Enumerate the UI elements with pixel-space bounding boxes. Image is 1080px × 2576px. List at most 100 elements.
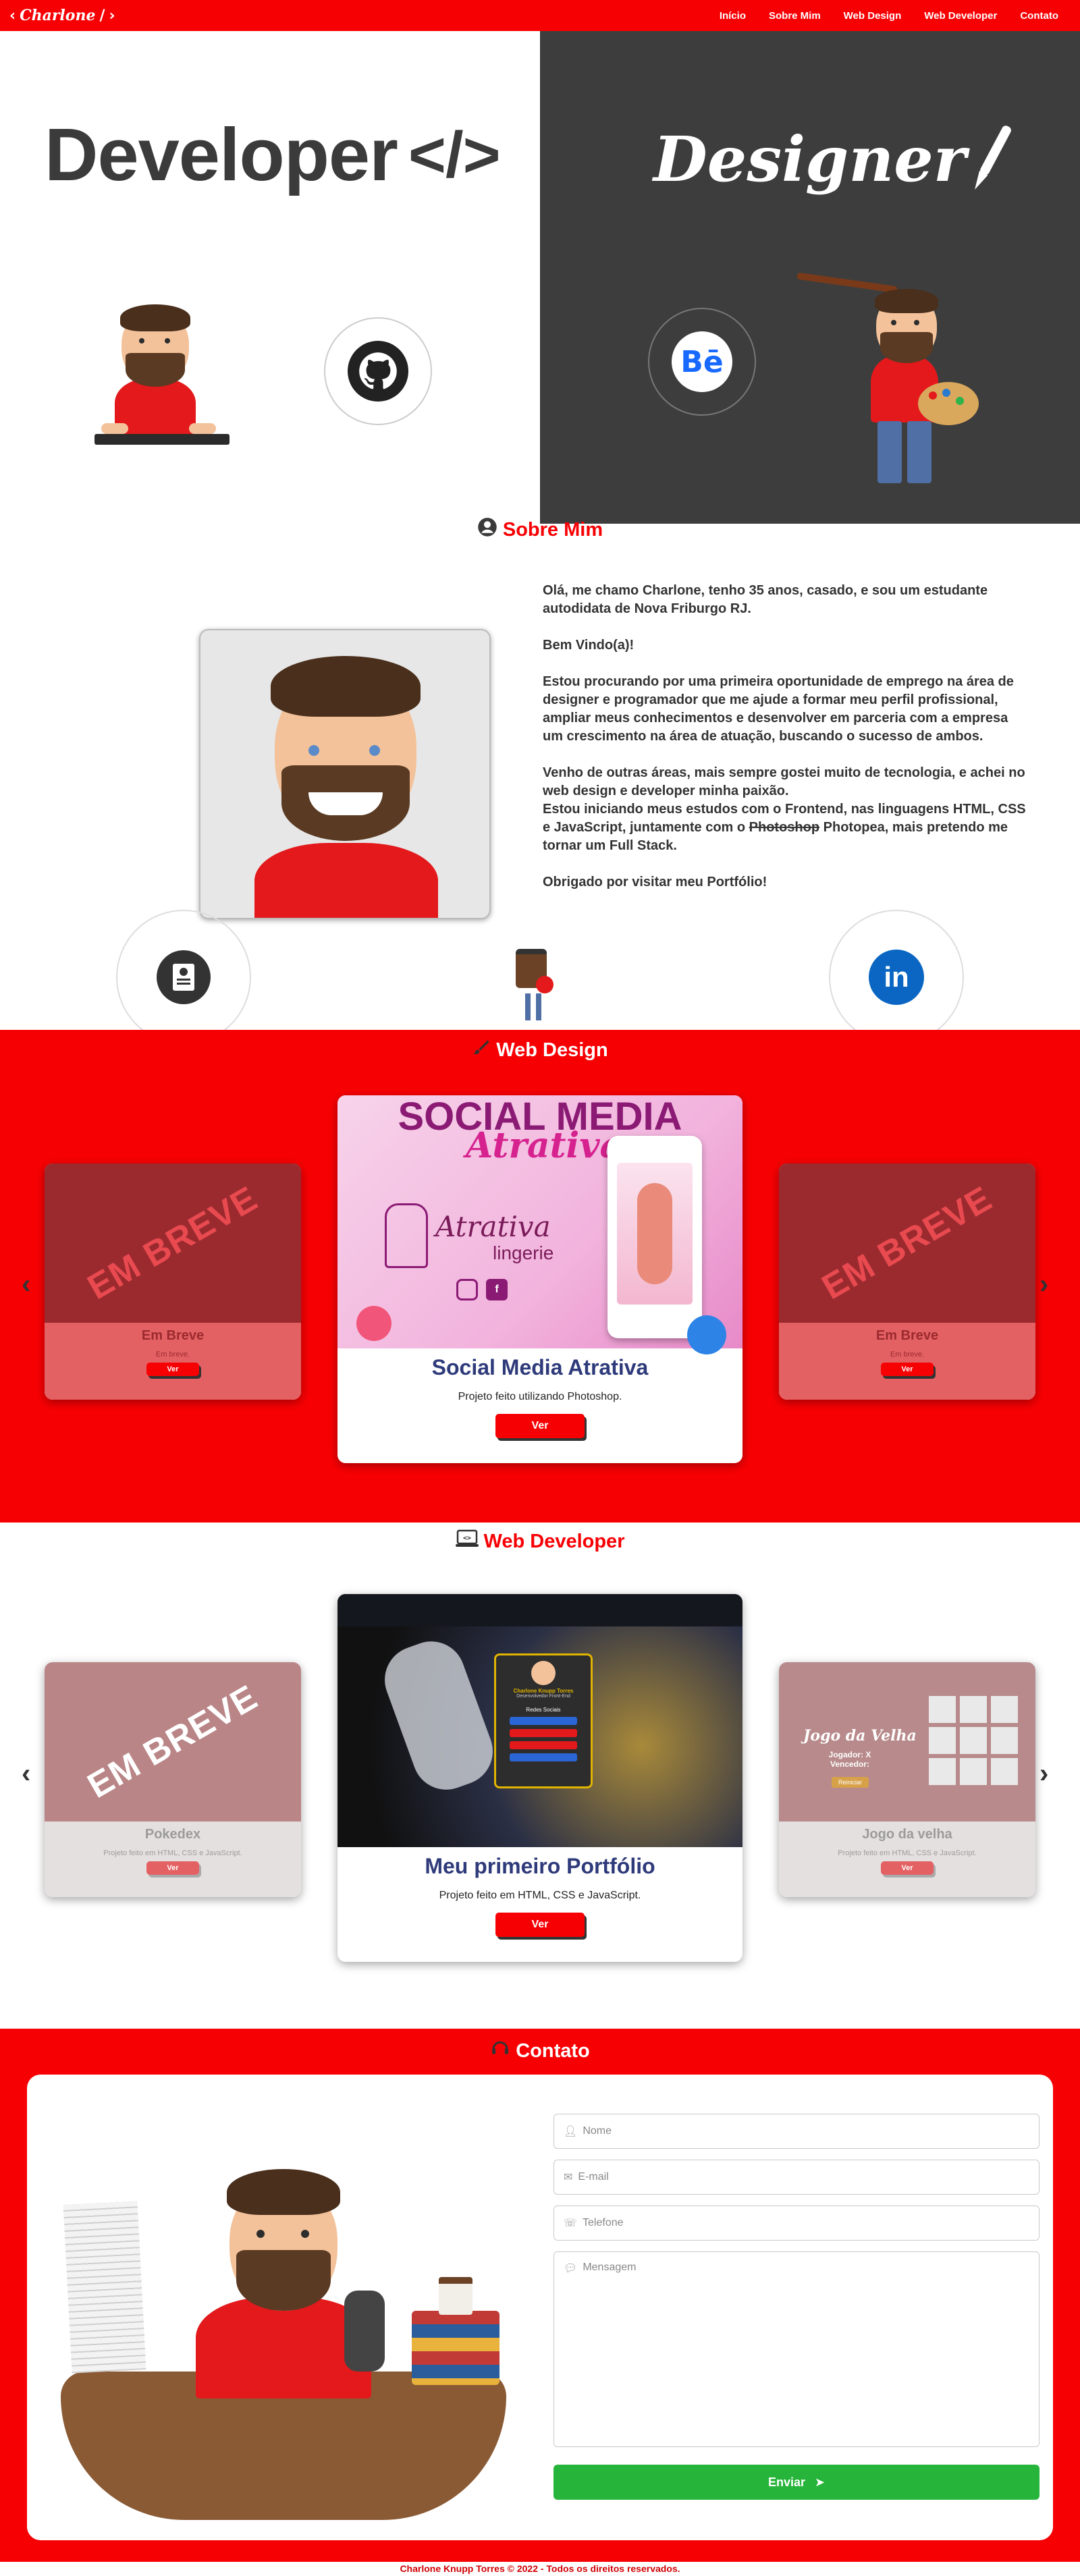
- brush-icon: [472, 1038, 491, 1062]
- card-view-button[interactable]: Ver: [146, 1363, 199, 1376]
- headset-icon: [490, 2038, 510, 2064]
- envelope-icon: ✉: [564, 2172, 573, 2183]
- email-placeholder: E-mail: [578, 2171, 609, 2183]
- phone-icon: ☏: [564, 2218, 578, 2229]
- linkedin-link-ring[interactable]: in: [829, 910, 964, 1045]
- card-image: EM BREVE: [779, 1163, 1035, 1323]
- project-card-placeholder: EM BREVE Em Breve Em breve. Ver: [45, 1163, 301, 1400]
- em-breve-stamp: EM BREVE: [81, 1178, 265, 1308]
- contact-card: 👤︎ Nome ✉ E-mail ☏ Telefone 💬︎ Mensagem …: [27, 2075, 1053, 2540]
- designer-heading: Designer: [653, 122, 1001, 196]
- about-paragraph-background: Venho de outras áreas, mais sempre goste…: [543, 764, 1027, 855]
- instagram-icon: [456, 1279, 478, 1300]
- about-text: Olá, me chamo Charlone, tenho 35 anos, c…: [543, 582, 1027, 910]
- tic-tac-toe-grid: [929, 1696, 1018, 1785]
- nav-link-inicio[interactable]: Início: [720, 10, 746, 22]
- heart-icon: [356, 1306, 392, 1341]
- web-developer-title: Web Developer: [483, 1530, 625, 1552]
- portfolio-mockup-card: Charlone Knupp Torres Desenvolvedor Fron…: [494, 1653, 593, 1788]
- mock-section: Redes Sociais: [526, 1707, 561, 1713]
- top-navbar: ‹ Charlone / › Início Sobre Mim Web Desi…: [0, 0, 1080, 31]
- code-icon: </>: [408, 118, 501, 191]
- about-section: Sobre Mim Olá, me chamo Charlone, tenho …: [0, 517, 1080, 1045]
- designer-avatar: [796, 267, 979, 490]
- busy-desk-illustration: [61, 2135, 506, 2520]
- mock-name: Charlone Knupp Torres: [513, 1688, 574, 1694]
- resume-link-ring[interactable]: [116, 910, 251, 1045]
- contact-title: Contato: [516, 2039, 590, 2062]
- nav-link-web-design[interactable]: Web Design: [844, 10, 902, 22]
- developer-heading: Developer </>: [45, 112, 501, 198]
- about-background-line: Venho de outras áreas, mais sempre goste…: [543, 765, 1025, 798]
- designer-title: Designer: [653, 123, 967, 196]
- about-paragraph-welcome: Bem Vindo(a)!: [543, 638, 634, 653]
- project-card-jogo-da-velha: Jogo da Velha Jogador: X Vencedor: Reini…: [779, 1662, 1035, 1897]
- carousel-next-arrow[interactable]: ›: [1040, 1759, 1048, 1789]
- contact-section: Contato 👤︎ Nome ✉ E-mail ☏ Telefone 💬︎ M…: [0, 2029, 1080, 2562]
- comment-icon: 💬︎: [564, 2263, 578, 2274]
- document-icon: [157, 950, 211, 1004]
- card-image: SOCIAL MEDIA Atrativa Atrativa lingerie …: [338, 1095, 742, 1354]
- web-design-title: Web Design: [496, 1039, 608, 1061]
- em-breve-stamp: EM BREVE: [815, 1178, 999, 1308]
- card-description: Projeto feito utilizando Photoshop.: [458, 1391, 622, 1402]
- about-heading: Sobre Mim: [0, 517, 1080, 543]
- card-description: Projeto feito em HTML, CSS e JavaScript.: [103, 1849, 242, 1857]
- card-description: Em breve.: [155, 1350, 190, 1359]
- phone-field[interactable]: ☏ Telefone: [554, 2205, 1040, 2241]
- project-card-pokedex: EM BREVE Pokedex Projeto feito em HTML, …: [45, 1662, 301, 1897]
- hero-designer-panel: Designer Bē: [540, 31, 1080, 524]
- about-title: Sobre Mim: [502, 518, 603, 541]
- laptop-code-icon: <>: [455, 1529, 479, 1554]
- email-field[interactable]: ✉ E-mail: [554, 2160, 1040, 2195]
- behance-link-ring[interactable]: Bē: [648, 308, 756, 416]
- facebook-icon: f: [486, 1279, 508, 1300]
- site-logo[interactable]: ‹ Charlone / ›: [9, 7, 115, 24]
- nav-link-contato[interactable]: Contato: [1020, 10, 1058, 22]
- card-image: EM BREVE: [45, 1163, 301, 1323]
- github-link-ring[interactable]: [324, 317, 432, 425]
- send-label: Enviar: [767, 2475, 805, 2489]
- phone-mockup: [608, 1136, 702, 1338]
- send-button[interactable]: Enviar ➤: [554, 2465, 1040, 2500]
- footer-copyright: Charlone Knupp Torres © 2022 - Todos os …: [400, 2563, 680, 2574]
- svg-text:<>: <>: [462, 1535, 470, 1542]
- carousel-prev-arrow[interactable]: ‹: [22, 1759, 30, 1789]
- phone-icon: [344, 2291, 385, 2372]
- card-view-button[interactable]: Ver: [146, 1861, 199, 1875]
- message-field[interactable]: 💬︎ Mensagem: [554, 2251, 1040, 2447]
- carousel-next-arrow[interactable]: ›: [1040, 1269, 1048, 1300]
- mock-subtitle: Desenvolvedor Front-End: [516, 1694, 570, 1699]
- coffee-mascot: [509, 949, 556, 1023]
- card-view-button[interactable]: Ver: [495, 1913, 585, 1937]
- brand-subtitle: lingerie: [493, 1242, 554, 1263]
- coffee-cup-icon: [439, 2277, 473, 2315]
- card-title: Em Breve: [141, 1328, 205, 1343]
- card-view-button[interactable]: Ver: [881, 1861, 934, 1875]
- nav-links: Início Sobre Mim Web Design Web Develope…: [720, 10, 1058, 22]
- about-paragraph-thanks: Obrigado por visitar meu Portfólio!: [543, 875, 767, 889]
- about-paragraph-intro: Olá, me chamo Charlone, tenho 35 anos, c…: [543, 583, 988, 616]
- carousel-prev-arrow[interactable]: ‹: [22, 1269, 30, 1300]
- about-study-strike: Photoshop: [749, 820, 820, 835]
- name-placeholder: Nome: [583, 2125, 612, 2137]
- hero-developer-panel: Developer </>: [0, 31, 540, 524]
- project-card-portfolio: Charlone Knupp Torres Desenvolvedor Fron…: [338, 1594, 742, 1962]
- logo-text: Charlone: [20, 7, 96, 24]
- profile-photo: [199, 629, 491, 919]
- phone-placeholder: Telefone: [583, 2217, 624, 2228]
- card-title: Em Breve: [875, 1328, 939, 1343]
- pen-nib-icon: [965, 121, 1017, 196]
- banner-subtitle: Atrativa: [466, 1125, 623, 1166]
- contact-heading: Contato: [0, 2029, 1080, 2064]
- about-paragraph-goal: Estou procurando por uma primeira oportu…: [543, 674, 1014, 744]
- like-icon: [687, 1315, 726, 1354]
- developer-avatar: [94, 291, 230, 460]
- card-view-button[interactable]: Ver: [495, 1414, 585, 1438]
- card-description: Projeto feito em HTML, CSS e JavaScript.: [439, 1890, 641, 1901]
- nav-link-sobre-mim[interactable]: Sobre Mim: [769, 10, 821, 22]
- name-field[interactable]: 👤︎ Nome: [554, 2114, 1040, 2149]
- nav-link-web-developer[interactable]: Web Developer: [924, 10, 997, 22]
- developer-title: Developer: [45, 113, 398, 196]
- card-view-button[interactable]: Ver: [881, 1363, 934, 1376]
